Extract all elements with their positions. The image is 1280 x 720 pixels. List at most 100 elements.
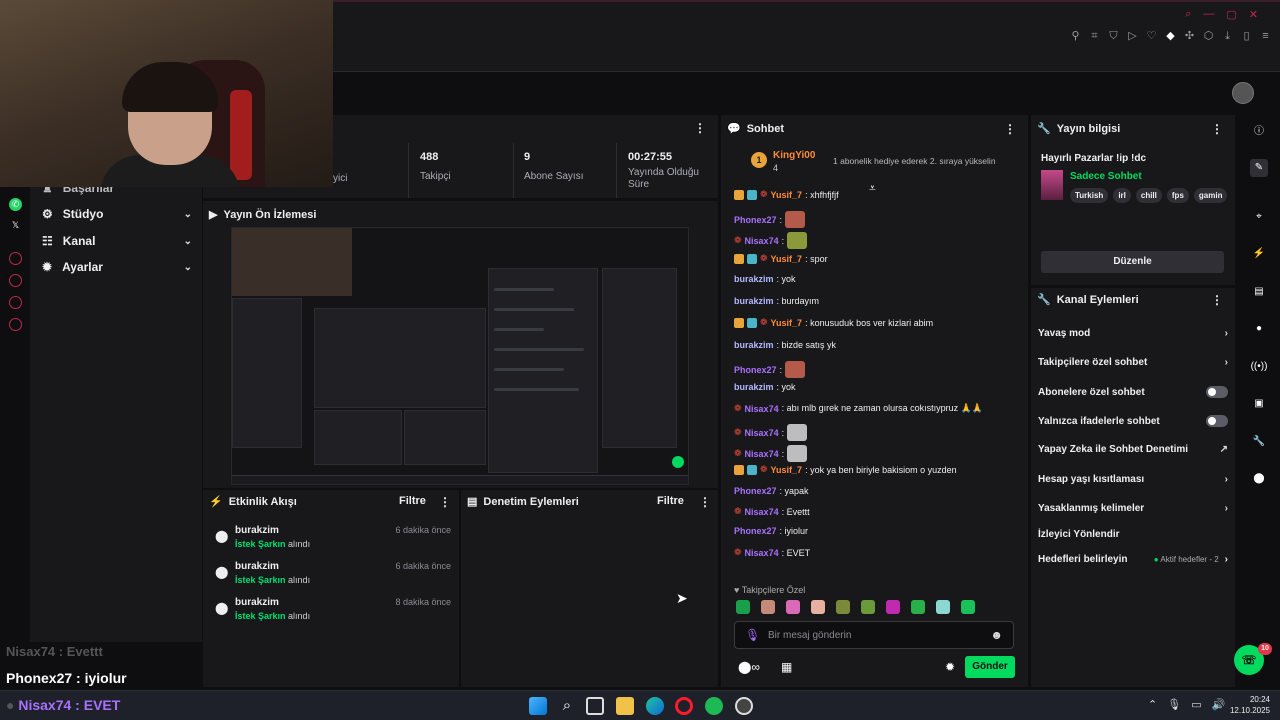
info-icon[interactable]: ⓘ [1250, 123, 1268, 141]
layout-icon[interactable]: ▣ [1250, 395, 1268, 413]
puzzle-icon[interactable]: ✣ [1183, 30, 1196, 43]
obs-icon[interactable] [735, 697, 753, 715]
extension-icon[interactable]: ◆ [1164, 30, 1177, 43]
emote-icon[interactable] [736, 600, 750, 614]
slow-mode-item[interactable]: Yavaş mod › [1038, 328, 1228, 339]
more-icon[interactable]: ⋮ [1211, 293, 1223, 307]
record-icon[interactable] [9, 318, 22, 331]
record-icon[interactable] [9, 296, 22, 309]
download-icon[interactable]: ⤓ [1221, 30, 1234, 43]
tag[interactable]: chill [1135, 188, 1162, 203]
display-icon[interactable]: ▭ [1191, 698, 1201, 711]
chat-username[interactable]: burakzim [734, 274, 774, 284]
tag[interactable]: gamin [1193, 188, 1228, 203]
emote-icon[interactable] [936, 600, 950, 614]
emote-icon[interactable] [961, 600, 975, 614]
kick-infinity-icon[interactable]: ⬤∞ [738, 660, 760, 674]
followers-only-item[interactable]: Takipçilere özel sohbet › [1038, 357, 1228, 368]
emote-icon[interactable] [836, 600, 850, 614]
avatar[interactable] [1232, 82, 1254, 104]
filter-button[interactable]: Filtre [399, 495, 426, 507]
document-icon[interactable]: ▤ [1250, 283, 1268, 301]
chat-message[interactable]: Phonex27: iyiolur [734, 526, 808, 536]
scroll-down-icon[interactable]: ⩡ [869, 181, 876, 196]
tag[interactable]: Turkish [1070, 188, 1109, 203]
microphone-icon[interactable]: 🎙 [1167, 698, 1181, 711]
record-icon[interactable] [9, 252, 22, 265]
chat-username[interactable]: Nisax74 [745, 449, 779, 459]
chat-username[interactable]: Nisax74 [745, 428, 779, 438]
task-view-icon[interactable] [586, 697, 604, 715]
menu-icon[interactable]: ≡ [1259, 30, 1272, 43]
chat-username[interactable]: Nisax74 [745, 507, 779, 517]
chat-message[interactable]: ❁ Nisax74: EVET [734, 547, 810, 558]
gear-icon[interactable]: ✹ [945, 660, 955, 674]
broadcast-icon[interactable]: ((•)) [1250, 358, 1268, 376]
store-icon[interactable]: ▦ [781, 660, 792, 674]
clock[interactable]: 20:24 12.10.2025 [1222, 694, 1270, 716]
chat-message[interactable]: Phonex27: [734, 361, 806, 378]
emote-icon[interactable] [886, 600, 900, 614]
opera-icon[interactable] [675, 697, 693, 715]
tag[interactable]: fps [1166, 188, 1189, 203]
sidebar-item-channel[interactable]: ☷ Kanal ⌄ [42, 234, 192, 248]
filter-button[interactable]: Filtre [657, 495, 684, 507]
emote-icon[interactable] [786, 600, 800, 614]
chat-username[interactable]: Nisax74 [745, 236, 779, 246]
chevron-up-icon[interactable]: ⌃ [1148, 698, 1157, 711]
target-icon[interactable]: ⌖ [1250, 208, 1268, 226]
whatsapp-icon[interactable]: ✆ [9, 198, 22, 211]
preview-screen[interactable] [231, 227, 689, 485]
sidebar-item-studio[interactable]: ⚙ Stüdyo ⌄ [42, 207, 192, 221]
heart-icon[interactable]: ♡ [1145, 30, 1158, 43]
emote-only-toggle[interactable] [1206, 415, 1228, 427]
crop-icon[interactable]: ⌗ [1088, 30, 1101, 43]
sidebar-icon[interactable]: ▯ [1240, 30, 1253, 43]
maximize-icon[interactable]: ▢ [1226, 8, 1236, 21]
redirect-viewers-item[interactable]: İzleyici Yönlendir [1038, 529, 1228, 540]
close-icon[interactable]: ✕ [1249, 8, 1258, 21]
x-icon[interactable]: 𝕏 [9, 219, 22, 232]
play-icon[interactable]: ▷ [1126, 30, 1139, 43]
ai-moderation-item[interactable]: Yapay Zeka ile Sohbet Denetimi ↗ [1038, 444, 1228, 455]
send-button[interactable]: Gönder [965, 656, 1015, 678]
chat-username[interactable]: burakzim [734, 340, 774, 350]
chat-username[interactable]: Phonex27 [734, 486, 777, 496]
chat-bubble-icon[interactable]: ● [1250, 320, 1268, 338]
chat-username[interactable]: Phonex27 [734, 215, 777, 225]
category-link[interactable]: Sadece Sohbet [1070, 171, 1142, 182]
folder-icon[interactable] [616, 697, 634, 715]
spotify-icon[interactable] [705, 697, 723, 715]
banned-words-item[interactable]: Yasaklanmış kelimeler › [1038, 503, 1228, 514]
lightning-icon[interactable]: ⚡ [1250, 245, 1268, 263]
more-icon[interactable]: ⋮ [699, 495, 711, 509]
chat-message[interactable]: ❁ Nisax74: [734, 424, 808, 441]
chat-message[interactable]: burakzim: burdayım [734, 296, 819, 306]
emote-icon[interactable] [761, 600, 775, 614]
chat-message[interactable]: Phonex27: [734, 211, 806, 228]
more-icon[interactable]: ⋮ [694, 121, 706, 135]
chat-username[interactable]: Yusif_7 [771, 254, 803, 264]
pencil-icon[interactable]: ✎ [1250, 159, 1268, 177]
more-icon[interactable]: ⋮ [439, 495, 451, 509]
wrench-icon[interactable]: 🔧 [1250, 433, 1268, 451]
chat-username[interactable]: Phonex27 [734, 365, 777, 375]
box-icon[interactable]: ⬡ [1202, 30, 1215, 43]
start-icon[interactable] [529, 697, 547, 715]
chat-username[interactable]: Yusif_7 [771, 190, 803, 200]
shield-icon[interactable]: ⛉ [1107, 30, 1120, 43]
chat-username[interactable]: Nisax74 [745, 548, 779, 558]
emote-icon[interactable] [861, 600, 875, 614]
emoji-icon[interactable]: ☻ [990, 628, 1003, 642]
chat-message[interactable]: burakzim: bizde satış yk [734, 340, 836, 350]
chat-message[interactable]: ❁ Yusif_7: xhfhfjfjf [734, 189, 839, 200]
search-icon[interactable]: ⌕ [1185, 8, 1191, 21]
chat-username[interactable]: Yusif_7 [771, 465, 803, 475]
chat-message[interactable]: ❁ Nisax74: [734, 232, 808, 249]
emote-icon[interactable] [911, 600, 925, 614]
subscribers-only-toggle[interactable] [1206, 386, 1228, 398]
chat-message[interactable]: ❁ Nisax74: Evettt [734, 506, 810, 517]
chat-username[interactable]: burakzim [734, 382, 774, 392]
tag[interactable]: irl [1113, 188, 1131, 203]
chat-message[interactable]: burakzim: yok [734, 274, 796, 284]
